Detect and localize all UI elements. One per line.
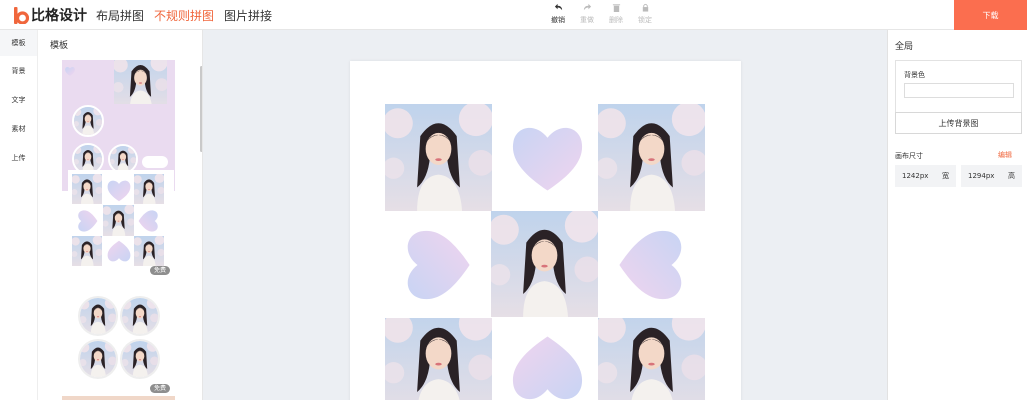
canvas-photo-slot[interactable]: [385, 318, 492, 400]
template-photo: [120, 296, 160, 336]
canvas-width-value: 1242px: [902, 172, 929, 180]
redo-label: 重做: [580, 16, 594, 24]
logo[interactable]: 比格设计: [14, 5, 87, 25]
side-rail: 模板 背景 文字 素材 上传: [0, 30, 38, 400]
template-thumbnail[interactable]: 免费: [68, 288, 174, 396]
background-color-label: 背景色: [904, 71, 925, 79]
canvas-width-field[interactable]: 1242px 宽: [895, 165, 956, 187]
undo-button[interactable]: 撤销: [548, 3, 568, 25]
undo-label: 撤销: [551, 16, 565, 24]
canvas-heart-shape[interactable]: [505, 328, 590, 400]
template-panel: 模板 免费 免费 免费: [38, 30, 203, 400]
template-photo: [78, 296, 118, 336]
template-photo: [134, 236, 164, 266]
canvas-photo-slot[interactable]: [385, 104, 492, 211]
rail-item-background[interactable]: 背景: [0, 56, 37, 85]
rail-item-materials[interactable]: 素材: [0, 114, 37, 143]
canvas-size-label: 画布尺寸: [895, 152, 923, 160]
canvas-photo-slot[interactable]: [598, 318, 705, 400]
delete-label: 删除: [609, 16, 623, 24]
template-photo: [78, 339, 118, 379]
canvas-workspace: [203, 30, 888, 400]
canvas-photo-slot[interactable]: [598, 104, 705, 211]
logo-text: 比格设计: [31, 8, 87, 24]
design-canvas[interactable]: [350, 61, 741, 400]
template-photo: [72, 236, 102, 266]
heart-shape: [136, 208, 162, 234]
template-photo: [72, 105, 104, 137]
cloud-decoration: [142, 156, 168, 168]
download-button[interactable]: 下载: [954, 0, 1027, 30]
edit-size-link[interactable]: 编辑: [998, 150, 1012, 160]
heart-shape: [74, 208, 100, 234]
free-badge: 免费: [149, 384, 170, 393]
canvas-height-value: 1294px: [968, 172, 995, 180]
trash-icon: [612, 4, 620, 12]
top-bar: 比格设计 布局拼图 不规则拼图 图片拼接 撤销 重做 删除 锁定 下载: [0, 0, 1027, 30]
nav-image-stitch[interactable]: 图片拼接: [224, 7, 272, 24]
canvas-heart-shape[interactable]: [394, 223, 478, 307]
rail-item-text[interactable]: 文字: [0, 85, 37, 114]
template-photo: [72, 174, 102, 204]
lock-button[interactable]: 锁定: [635, 3, 655, 25]
redo-button[interactable]: 重做: [577, 3, 597, 25]
heart-shape: [105, 238, 133, 266]
undo-icon: [554, 3, 562, 11]
heart-shape: [105, 176, 133, 204]
template-thumbnail[interactable]: 免费: [68, 170, 174, 278]
rail-item-templates[interactable]: 模板: [0, 30, 37, 56]
canvas-photo-slot[interactable]: [491, 211, 598, 317]
upload-background-button[interactable]: 上传背景图: [895, 112, 1022, 134]
background-color-picker[interactable]: [904, 83, 1014, 98]
canvas-height-field[interactable]: 1294px 高: [961, 165, 1022, 187]
template-photo: [103, 205, 134, 236]
nav-irregular-collage[interactable]: 不规则拼图: [154, 7, 214, 24]
rail-item-upload[interactable]: 上传: [0, 143, 37, 172]
panel-title: 模板: [50, 41, 69, 51]
template-thumbnail[interactable]: [62, 396, 175, 400]
properties-title: 全局: [895, 42, 914, 52]
canvas-heart-shape[interactable]: [611, 223, 695, 307]
logo-b-icon: [14, 6, 30, 25]
mode-nav: 布局拼图 不规则拼图 图片拼接: [96, 0, 272, 30]
canvas-width-unit: 宽: [942, 172, 949, 180]
edit-toolbar: 撤销 重做 删除 锁定: [548, 3, 655, 25]
properties-panel: 全局 背景色 上传背景图 画布尺寸 编辑 1242px 宽 1294px 高: [887, 30, 1027, 400]
lock-icon: [642, 3, 648, 12]
free-badge: 免费: [149, 266, 170, 275]
template-photo: [120, 339, 160, 379]
template-photo: [134, 174, 164, 204]
nav-layout-collage[interactable]: 布局拼图: [96, 7, 144, 24]
delete-button[interactable]: 删除: [606, 3, 626, 25]
canvas-height-unit: 高: [1008, 172, 1015, 180]
template-photo: [114, 60, 167, 104]
redo-icon: [583, 3, 591, 11]
lock-label: 锁定: [638, 16, 652, 24]
heart-decoration: [64, 62, 76, 74]
canvas-heart-shape[interactable]: [505, 114, 590, 199]
